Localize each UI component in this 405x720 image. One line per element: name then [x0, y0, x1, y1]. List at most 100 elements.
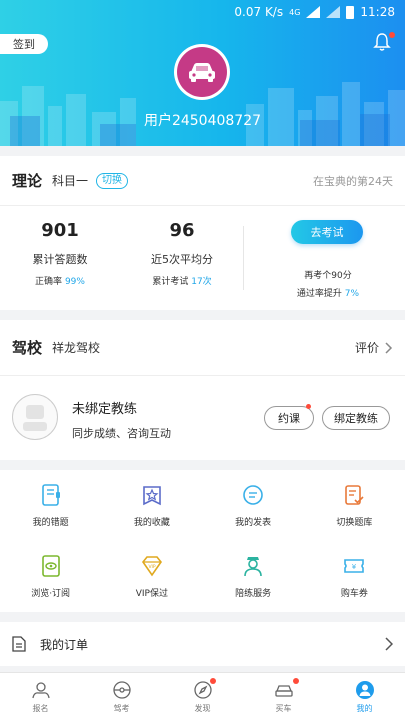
grid-item-favorites[interactable]: 我的收藏 [101, 470, 202, 541]
grid-item-browse-subscribe[interactable]: 浏览·订阅 [0, 541, 101, 612]
school-header[interactable]: 驾校 祥龙驾校 评价 [0, 320, 405, 376]
eye-doc-icon [41, 555, 60, 577]
coupon-icon: ¥ [344, 559, 365, 573]
stat-average[interactable]: 96 近5次平均分 累计考试 17次 [122, 220, 242, 287]
pass-rate-label: 通过率提升 [296, 289, 342, 299]
book-lesson-badge [306, 404, 311, 409]
tab-buy-car[interactable]: 买车 [243, 673, 324, 720]
my-orders-label: 我的订单 [40, 637, 89, 652]
vip-diamond-icon: VIP [141, 556, 162, 577]
grid-item-car-coupon[interactable]: ¥ 购车券 [304, 541, 405, 612]
grid-item-label: 我的收藏 [133, 518, 170, 528]
answered-label: 累计答题数 [32, 253, 88, 266]
car-avatar-icon [189, 63, 215, 82]
notebook-icon [41, 484, 60, 506]
tab-mine[interactable]: 我的 [324, 673, 405, 720]
avatar[interactable] [174, 44, 230, 100]
theory-header: 理论 科目一 切换 在宝典的第24天 [0, 156, 405, 206]
average-label: 近5次平均分 [151, 253, 213, 266]
pass-rate-value: 7% [344, 289, 360, 299]
driving-school-card: 驾校 祥龙驾校 评价 未绑定教练 同步成绩、咨询互动 约课 绑定教练 [0, 320, 405, 460]
tab-label: 驾考 [113, 703, 130, 713]
coach-section: 未绑定教练 同步成绩、咨询互动 约课 绑定教练 [0, 376, 405, 460]
battery-icon [346, 5, 355, 19]
chevron-right-icon [385, 341, 393, 354]
stats-divider [243, 226, 244, 290]
take-exam-button[interactable]: 去考试 [291, 220, 363, 244]
tab-discover[interactable]: 发现 [162, 673, 243, 720]
profile-icon [355, 680, 374, 699]
accuracy-line: 正确率 99% [0, 274, 120, 287]
profile-header: 0.07 K/s 4G 11:28 签到 用户2450408727 [0, 0, 405, 146]
grid-item-posts[interactable]: 我的发表 [203, 470, 304, 541]
star-bag-icon [143, 486, 161, 506]
function-grid: 我的错题 我的收藏 我的发表 切换题库 浏览·订阅 VIP VIP保过 陪练服务… [0, 470, 405, 612]
grid-item-label: 浏览·订阅 [31, 589, 71, 599]
tab-label: 买车 [275, 703, 292, 713]
grid-item-label: 切换题库 [336, 518, 373, 528]
hand-heart-icon [31, 681, 50, 698]
exam-count-value: 17次 [191, 277, 212, 287]
coach-name: 未绑定教练 [72, 402, 138, 417]
school-title: 驾校 [12, 339, 43, 357]
instructor-icon [244, 557, 262, 577]
network-speed: 0.07 K/s [234, 5, 284, 19]
answered-count: 901 [41, 220, 79, 241]
grid-item-switch-bank[interactable]: 切换题库 [304, 470, 405, 541]
svg-text:¥: ¥ [352, 563, 357, 571]
theory-title: 理论 [12, 172, 43, 190]
discover-badge [210, 678, 216, 684]
status-bar: 0.07 K/s 4G 11:28 [0, 0, 405, 24]
username[interactable]: 用户2450408727 [0, 110, 405, 130]
average-score: 96 [169, 220, 195, 241]
theory-stats: 901 累计答题数 正确率 99% 96 近5次平均分 累计考试 17次 去考试… [0, 206, 405, 310]
coach-placeholder-icon [23, 405, 47, 431]
signal-icon [326, 6, 341, 18]
days-counter: 在宝典的第24天 [313, 174, 393, 188]
grid-item-label: 购车券 [340, 589, 368, 599]
grid-item-vip[interactable]: VIP VIP保过 [101, 541, 202, 612]
order-document-icon [12, 636, 26, 652]
chevron-right-icon [385, 637, 393, 651]
clock: 11:28 [360, 5, 395, 19]
theory-card: 理论 科目一 切换 在宝典的第24天 901 累计答题数 正确率 99% 96 … [0, 156, 405, 310]
stat-answered[interactable]: 901 累计答题数 正确率 99% [0, 220, 120, 287]
rate-label: 评价 [354, 341, 379, 355]
accuracy-value: 99% [64, 277, 85, 287]
grid-item-wrong-questions[interactable]: 我的错题 [0, 470, 101, 541]
buy-car-badge [293, 678, 299, 684]
svg-text:VIP: VIP [148, 564, 155, 570]
network-type: 4G [289, 7, 301, 17]
pass-rate-line: 通过率提升 7% [258, 286, 398, 299]
tab-label: 发现 [194, 703, 211, 713]
my-orders-row[interactable]: 我的订单 [0, 622, 405, 666]
subject-label: 科目一 [52, 174, 89, 188]
grid-item-label: 陪练服务 [235, 589, 272, 599]
coach-avatar[interactable] [12, 394, 58, 440]
grid-item-label: VIP保过 [135, 589, 168, 599]
grid-item-label: 我的错题 [32, 518, 69, 528]
signin-button[interactable]: 签到 [0, 34, 48, 54]
book-lesson-button[interactable]: 约课 [264, 406, 314, 430]
tab-label: 我的 [356, 703, 373, 713]
grid-item-label: 我的发表 [235, 518, 272, 528]
tab-label: 报名 [32, 703, 49, 713]
exam-count-line: 累计考试 17次 [122, 274, 242, 287]
car-icon [274, 684, 293, 697]
switch-subject-button[interactable]: 切换 [96, 172, 129, 189]
grid-item-practice-service[interactable]: 陪练服务 [203, 541, 304, 612]
pass-hint: 再考个90分 [304, 271, 352, 281]
coach-description: 同步成绩、咨询互动 [72, 427, 171, 440]
chat-bubble-icon [243, 485, 263, 505]
rate-school-button[interactable]: 评价 [355, 339, 393, 356]
bind-coach-button[interactable]: 绑定教练 [322, 406, 390, 430]
tab-signup[interactable]: 报名 [0, 673, 81, 720]
exam-count-label: 累计考试 [152, 277, 189, 287]
school-name: 祥龙驾校 [52, 341, 101, 355]
checklist-icon [345, 485, 364, 505]
accuracy-label: 正确率 [35, 277, 63, 287]
signal-icon [306, 6, 321, 18]
bottom-tab-bar: 报名 驾考 发现 买车 我的 [0, 672, 405, 720]
tab-driving-exam[interactable]: 驾考 [81, 673, 162, 720]
steering-wheel-icon [112, 680, 131, 699]
